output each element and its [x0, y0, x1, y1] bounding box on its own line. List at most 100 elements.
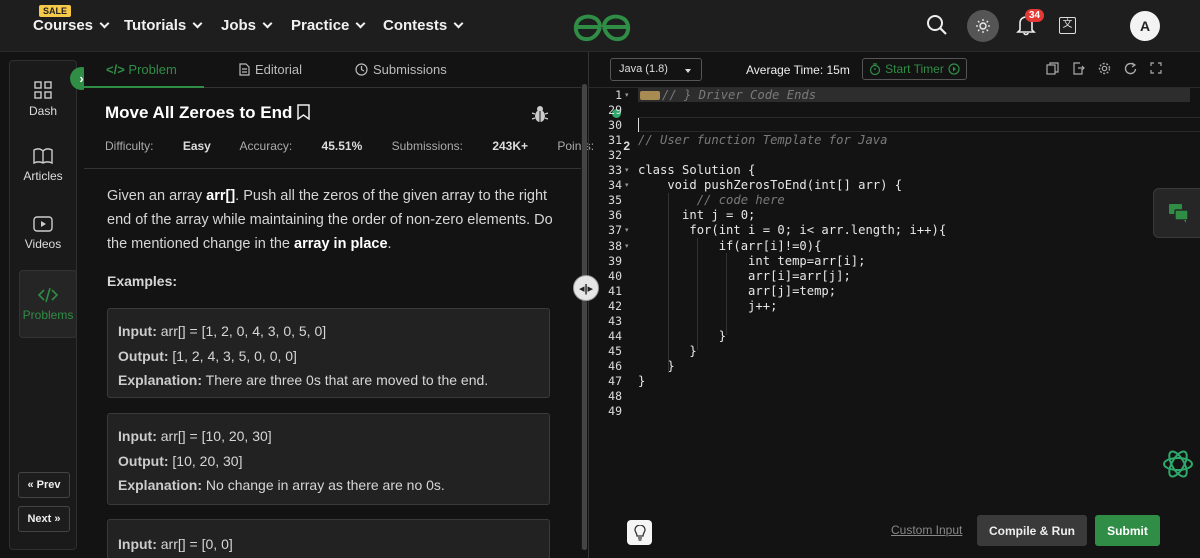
code-icon: [38, 287, 58, 303]
grid-icon: [34, 81, 52, 99]
divider: [84, 168, 584, 169]
avatar[interactable]: A: [1130, 11, 1160, 41]
submit-button[interactable]: Submit: [1095, 515, 1160, 546]
chevron-down-icon: [453, 18, 464, 29]
nav-practice[interactable]: Practice: [291, 17, 366, 34]
line-number: 47: [608, 373, 622, 388]
code-line: }: [638, 373, 646, 388]
code-line: }: [638, 328, 727, 343]
line-number: 49: [608, 404, 622, 419]
line-number: 29: [608, 103, 622, 118]
code-line: class Solution {: [638, 163, 756, 178]
problem-description: Given an array arr[]. Push all the zeros…: [107, 188, 553, 252]
line-number: 48: [608, 389, 622, 403]
fold-arrow-icon[interactable]: ▾: [625, 181, 629, 189]
sidebar-item-articles[interactable]: Articles: [10, 148, 76, 183]
fold-arrow-icon[interactable]: ▾: [625, 242, 629, 250]
language-select[interactable]: Java (1.8): [610, 58, 702, 81]
compile-run-button[interactable]: Compile & Run: [977, 515, 1087, 546]
translate-icon[interactable]: 文: [1059, 17, 1076, 34]
hint-button[interactable]: [627, 520, 652, 545]
problem-tabs: </> Problem Editorial Submissions: [84, 52, 584, 88]
fullscreen-icon[interactable]: [1150, 62, 1162, 74]
next-button[interactable]: Next »: [18, 506, 70, 532]
sidebar-item-dash[interactable]: Dash: [10, 81, 76, 118]
left-sidebar: Dash Articles Videos Problems « Prev Nex…: [9, 60, 77, 550]
accuracy: Accuracy: 45.51%: [239, 139, 363, 153]
scrollbar-thumb[interactable]: [582, 84, 587, 550]
start-timer-button[interactable]: Start Timer: [862, 58, 967, 80]
nav-contests[interactable]: Contests: [383, 17, 464, 34]
chevron-down-icon: [192, 18, 203, 29]
tab-submissions[interactable]: Submissions: [355, 62, 447, 77]
code-line: // code here: [638, 193, 785, 208]
code-line: }: [638, 358, 675, 373]
theme-toggle-button[interactable]: [967, 10, 999, 42]
sidebar-item-label: Dash: [28, 104, 57, 118]
line-number: 39: [608, 253, 622, 268]
code-line: void pushZerosToEnd(int[] arr) {: [638, 178, 903, 193]
chevron-down-icon: [99, 18, 110, 29]
prev-button[interactable]: « Prev: [18, 472, 70, 498]
line-number: 33: [608, 163, 622, 178]
play-icon: [33, 216, 53, 232]
search-icon[interactable]: [926, 14, 948, 36]
sun-icon: [976, 19, 990, 33]
sidebar-item-label: Problems: [22, 308, 74, 322]
nav-jobs[interactable]: Jobs: [221, 17, 273, 34]
line-number: 42: [608, 298, 622, 313]
line-number: 46: [608, 358, 622, 373]
line-number: 34: [608, 178, 622, 193]
app: SALE Courses Tutorials Jobs Practice Con…: [0, 0, 1200, 558]
play-circle-icon: [948, 63, 960, 75]
fold-arrow-icon[interactable]: ▾: [625, 226, 629, 234]
line-number: 41: [608, 283, 622, 298]
fold-arrow-icon[interactable]: ▾: [625, 91, 629, 99]
problem-title: Move All Zeroes to End: [105, 103, 310, 123]
line-number: 35: [608, 193, 622, 208]
line-number: 1: [615, 88, 622, 102]
line-number: 36: [608, 208, 622, 223]
report-bug-icon[interactable]: [532, 105, 548, 123]
copy-icon[interactable]: [1046, 62, 1059, 75]
chat-button[interactable]: [1153, 188, 1200, 238]
fold-marker-icon[interactable]: [640, 91, 660, 100]
custom-input-link[interactable]: Custom Input: [891, 523, 962, 537]
code-line: int j = 0;: [638, 208, 756, 223]
sale-badge: SALE: [39, 5, 72, 17]
nav-courses[interactable]: Courses: [33, 17, 110, 34]
example-box: Input: arr[] = [1, 2, 0, 4, 3, 0, 5, 0] …: [107, 308, 550, 398]
chat-icon: [1169, 204, 1189, 223]
code-line: j++;: [638, 298, 778, 313]
line-number: 44: [608, 328, 622, 343]
submissions-count: Submissions: 243K+: [391, 139, 529, 153]
line-number: 30: [608, 118, 622, 133]
sidebar-item-label: Videos: [24, 237, 62, 251]
ai-assistant-icon[interactable]: [1162, 448, 1194, 480]
document-icon: [239, 63, 250, 76]
code-editor[interactable]: // } Driver Code Ends // User function Te…: [638, 88, 1158, 518]
chevron-down-icon: [262, 18, 273, 29]
nav-tutorials[interactable]: Tutorials: [124, 17, 203, 34]
editor-toolbar: Java (1.8) Average Time: 15m Start Timer: [589, 52, 1200, 88]
code-line: int temp=arr[i];: [638, 253, 866, 268]
chevron-down-icon: [355, 18, 366, 29]
clock-icon: [355, 63, 368, 76]
export-icon[interactable]: [1072, 62, 1085, 75]
line-number: 37: [608, 223, 622, 238]
sidebar-item-videos[interactable]: Videos: [10, 216, 76, 251]
examples-heading: Examples:: [107, 273, 178, 289]
code-line: // } Driver Code Ends: [662, 88, 817, 102]
tab-problem[interactable]: </> Problem: [106, 62, 177, 77]
indent-guide: [668, 193, 669, 373]
sidebar-item-problems[interactable]: Problems: [19, 270, 77, 338]
indent-guide: [726, 253, 727, 335]
gfg-logo-icon[interactable]: [570, 11, 634, 43]
bookmark-icon[interactable]: [297, 104, 310, 121]
reset-icon[interactable]: [1124, 62, 1137, 75]
book-icon: [33, 148, 53, 164]
tab-editorial[interactable]: Editorial: [239, 62, 302, 77]
settings-icon[interactable]: [1098, 62, 1111, 75]
fold-arrow-icon[interactable]: ▾: [625, 166, 629, 174]
code-line: // User function Template for Java: [638, 133, 888, 148]
